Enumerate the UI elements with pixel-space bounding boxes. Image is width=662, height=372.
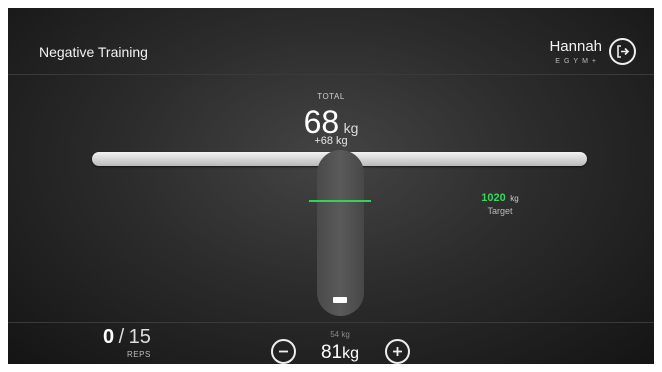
logout-icon xyxy=(617,45,630,58)
brand-logo: EGYM+ xyxy=(555,58,600,65)
movement-track xyxy=(317,150,364,316)
reps-current: 0 xyxy=(103,326,115,348)
previous-weight: 54 kg xyxy=(330,330,350,339)
page-title: Negative Training xyxy=(39,44,148,60)
training-screen: Negative Training Hannah EGYM+ TOTAL 68 … xyxy=(8,8,654,364)
decrease-weight-button[interactable] xyxy=(271,339,296,364)
increase-weight-button[interactable] xyxy=(385,339,410,364)
total-delta: +68 kg xyxy=(314,135,348,147)
target-value: 1020 kg xyxy=(460,188,540,206)
reps-separator: / xyxy=(118,326,125,348)
user-name: Hannah xyxy=(549,38,602,55)
target-line xyxy=(309,200,371,202)
weight-setting: 81kg xyxy=(298,342,382,364)
target-unit: kg xyxy=(510,194,519,203)
total-label: TOTAL xyxy=(317,92,345,101)
reps-label: REPS xyxy=(127,350,151,359)
plus-icon xyxy=(393,347,402,356)
target-number: 1020 xyxy=(481,192,506,204)
logout-button[interactable] xyxy=(609,38,636,65)
weight-unit: kg xyxy=(342,345,360,362)
total-unit: kg xyxy=(343,120,359,136)
header: Negative Training Hannah EGYM+ xyxy=(8,8,654,75)
position-marker xyxy=(333,297,347,303)
reps-total: 15 xyxy=(128,326,151,348)
reps-counter: 0 / 15 xyxy=(103,326,151,349)
minus-icon xyxy=(279,350,288,353)
footer-divider xyxy=(8,322,654,323)
target-label: Target xyxy=(487,206,513,216)
weight-value: 81 xyxy=(320,342,343,363)
